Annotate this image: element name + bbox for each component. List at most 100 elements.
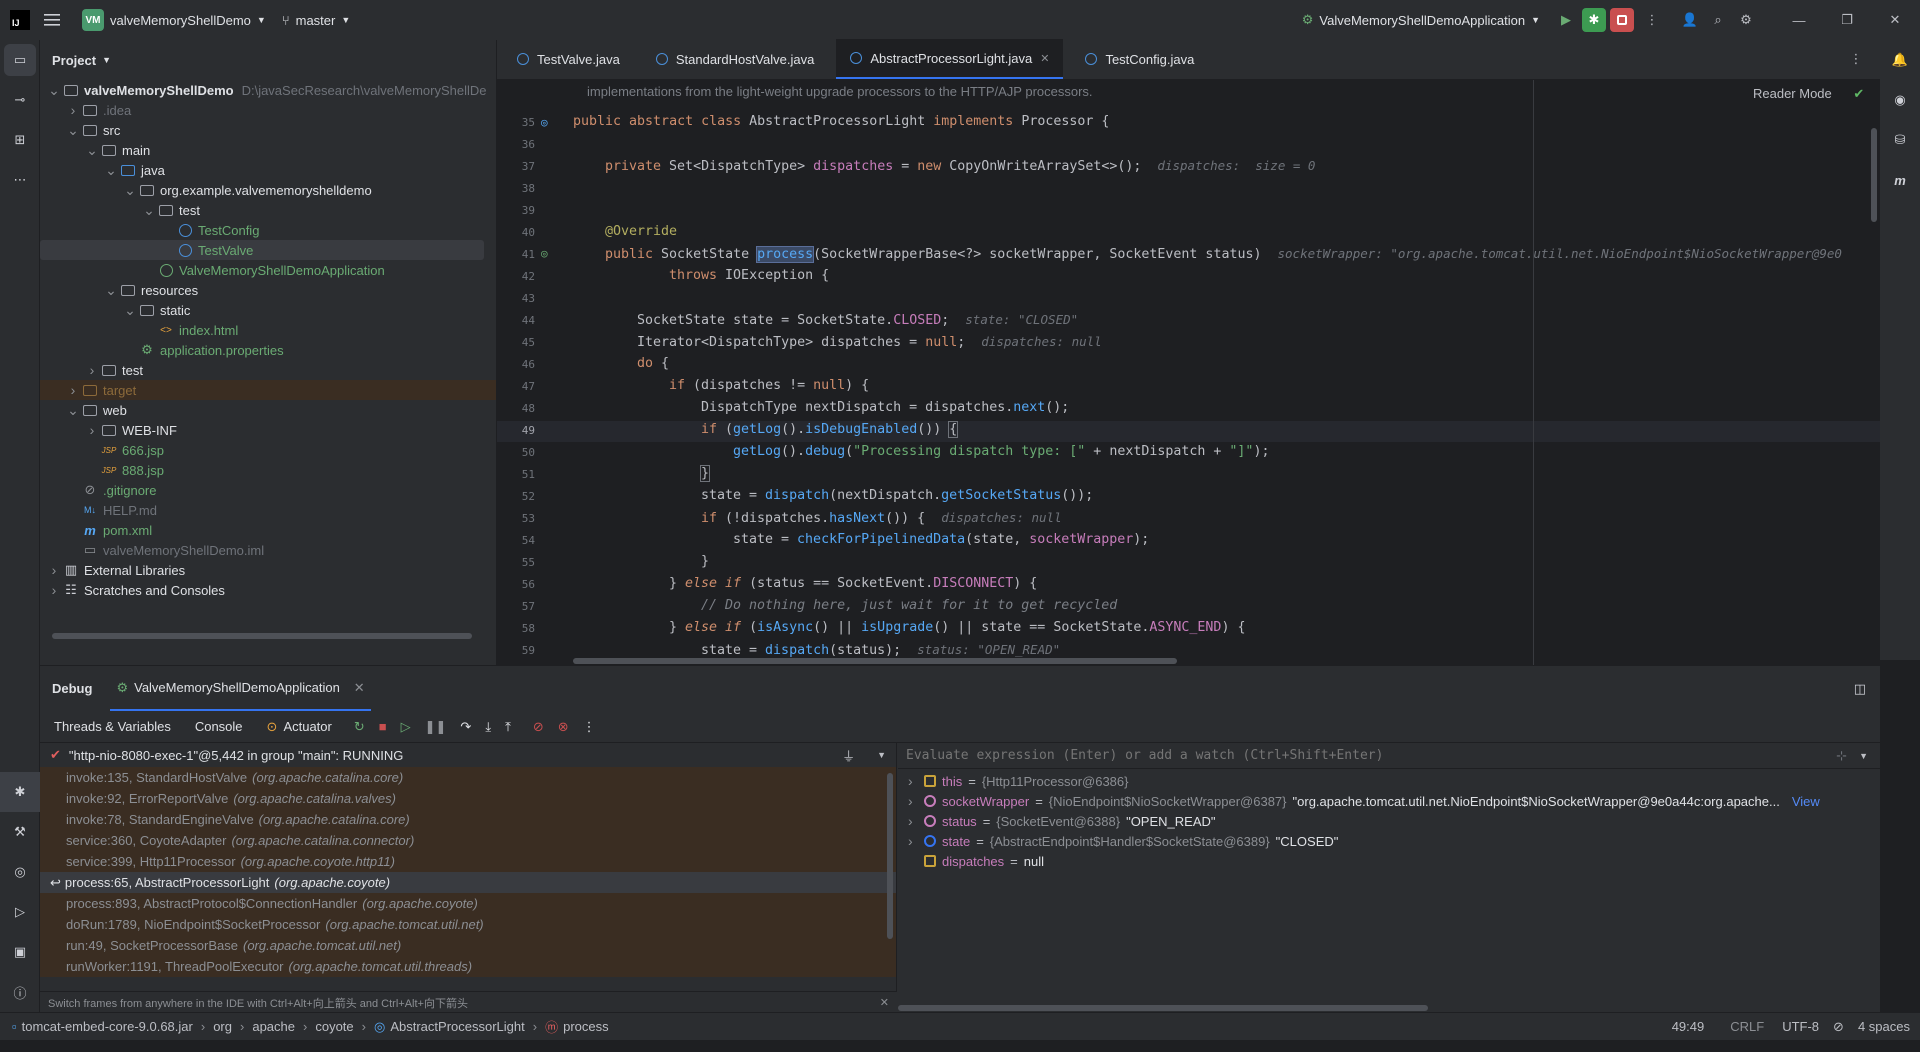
- editor-horizontal-scrollbar[interactable]: [573, 658, 1177, 664]
- code-editor[interactable]: implementations from the light-weight up…: [497, 80, 1880, 665]
- breadcrumb-item[interactable]: ▫ tomcat-embed-core-9.0.68.jar: [12, 1019, 193, 1034]
- stack-frame[interactable]: process:893, AbstractProtocol$Connection…: [40, 893, 896, 914]
- pause-icon[interactable]: ❚❚: [425, 719, 447, 735]
- resume-icon[interactable]: ▷: [401, 719, 411, 735]
- tree-row[interactable]: m pom.xml: [40, 520, 496, 540]
- tree-row[interactable]: TestConfig: [40, 220, 496, 240]
- debug-tool-icon[interactable]: ✱: [0, 772, 40, 812]
- variable-row[interactable]: › this = {Http11Processor@6386}: [898, 771, 1880, 791]
- caret-position[interactable]: 49:49: [1672, 1019, 1705, 1034]
- tree-row[interactable]: ⌄ web: [40, 400, 496, 420]
- chevron-down-icon[interactable]: ▼: [1859, 751, 1868, 761]
- chevron-right-icon[interactable]: ›: [84, 362, 100, 378]
- chevron-down-icon[interactable]: ⌄: [65, 122, 81, 139]
- variable-row[interactable]: dispatches = null: [898, 851, 1880, 871]
- tree-row[interactable]: ⌄ static: [40, 300, 496, 320]
- tree-row[interactable]: › WEB-INF: [40, 420, 496, 440]
- close-window-icon[interactable]: ✕: [1880, 8, 1910, 32]
- tree-row[interactable]: › target: [40, 380, 496, 400]
- chevron-right-icon[interactable]: ›: [65, 102, 81, 118]
- notifications-icon[interactable]: 🔔: [1880, 40, 1920, 80]
- variable-row[interactable]: › status = {SocketEvent@6388} "OPEN_READ": [898, 811, 1880, 831]
- tree-row[interactable]: ValveMemoryShellDemoApplication: [40, 260, 496, 280]
- stack-frame[interactable]: runWorker:1191, ThreadPoolExecutor (org.a…: [40, 956, 896, 977]
- chevron-right-icon[interactable]: ›: [908, 793, 918, 809]
- more-debug-icon[interactable]: ⋮: [583, 719, 596, 735]
- breadcrumb-item[interactable]: coyote: [315, 1019, 353, 1034]
- stop-debug-icon[interactable]: ■: [379, 719, 387, 734]
- stack-frame[interactable]: invoke:92, ErrorReportValve (org.apache.c…: [40, 788, 896, 809]
- tree-row[interactable]: ⊘ .gitignore: [40, 480, 496, 500]
- file-encoding[interactable]: UTF-8: [1782, 1019, 1819, 1034]
- tabs-more-icon[interactable]: ⋮: [1844, 47, 1868, 71]
- stack-frame[interactable]: ↩ process:65, AbstractProcessorLight (org.…: [40, 872, 896, 893]
- override-icon[interactable]: ◎: [541, 247, 548, 260]
- chevron-down-icon[interactable]: ⌄: [103, 282, 119, 299]
- branch-widget[interactable]: ⑂ master ▼: [274, 6, 358, 34]
- structure-tool-icon[interactable]: ⊞: [0, 120, 40, 160]
- tree-row[interactable]: M↓ HELP.md: [40, 500, 496, 520]
- tree-row[interactable]: TestValve: [40, 240, 484, 260]
- tree-row[interactable]: <> index.html: [40, 320, 496, 340]
- more-tools-icon[interactable]: ⋯: [0, 160, 40, 200]
- project-tool-icon[interactable]: ▭: [4, 44, 36, 76]
- problems-tool-icon[interactable]: ⓘ: [0, 972, 40, 1012]
- chevron-right-icon[interactable]: ›: [46, 582, 62, 598]
- variable-row[interactable]: › state = {AbstractEndpoint$Handler$SocketS…: [898, 831, 1880, 851]
- run-tool-icon[interactable]: ▷: [0, 892, 40, 932]
- view-link[interactable]: View: [1792, 794, 1820, 809]
- chevron-down-icon[interactable]: ⌄: [46, 82, 62, 99]
- chevron-down-icon[interactable]: ⌄: [122, 302, 138, 319]
- filter-icon[interactable]: ⏚: [842, 746, 855, 765]
- database-icon[interactable]: ⛁: [1880, 120, 1920, 160]
- maximize-icon[interactable]: ❐: [1832, 8, 1862, 32]
- chevron-right-icon[interactable]: ›: [84, 422, 100, 438]
- tree-row[interactable]: ⚙ application.properties: [40, 340, 496, 360]
- main-menu-icon[interactable]: [40, 8, 64, 32]
- close-hint-icon[interactable]: ✕: [880, 996, 889, 1009]
- tab-standardhostvalve-java[interactable]: StandardHostValve.java: [642, 39, 829, 79]
- debug-session-tab[interactable]: ⚙ ValveMemoryShellDemoApplication ✕: [110, 666, 371, 711]
- tab-console[interactable]: Console: [195, 719, 243, 734]
- view-breakpoints-icon[interactable]: ⊘: [533, 719, 544, 735]
- stack-frame[interactable]: service:399, Http11Processor (org.apache.…: [40, 851, 896, 872]
- step-out-icon[interactable]: ⤒: [505, 719, 511, 735]
- project-panel-header[interactable]: Project ▼: [40, 40, 496, 80]
- bookmark-implement-icon[interactable]: ◎: [541, 116, 548, 129]
- terminal-tool-icon[interactable]: ▣: [0, 932, 40, 972]
- breadcrumb-item[interactable]: ◎ AbstractProcessorLight: [374, 1019, 525, 1035]
- stack-frame[interactable]: doRun:1789, NioEndpoint$SocketProcessor (…: [40, 914, 896, 935]
- tree-row[interactable]: JSP 888.jsp: [40, 460, 496, 480]
- chevron-down-icon[interactable]: ⌄: [103, 162, 119, 179]
- breadcrumb-item[interactable]: apache: [252, 1019, 295, 1034]
- tab-abstractprocessorlight-java[interactable]: AbstractProcessorLight.java ✕: [836, 39, 1064, 79]
- build-tool-icon[interactable]: ⚒: [0, 812, 40, 852]
- stack-frame[interactable]: run:49, SocketProcessorBase (org.apache.t…: [40, 935, 896, 956]
- horizontal-scrollbar[interactable]: [52, 633, 472, 639]
- tree-row[interactable]: ▭ valveMemoryShellDemo.iml: [40, 540, 496, 560]
- step-into-icon[interactable]: ⤓: [485, 719, 491, 735]
- add-watch-icon[interactable]: ⊹: [1836, 748, 1847, 764]
- project-widget[interactable]: VM valveMemoryShellDemo ▼: [74, 6, 274, 34]
- services-tool-icon[interactable]: ◎: [0, 852, 40, 892]
- rerun-debug-icon[interactable]: ↻: [354, 719, 365, 735]
- tab-testvalve-java[interactable]: TestValve.java: [503, 39, 634, 79]
- stack-frame[interactable]: invoke:135, StandardHostValve (org.apache…: [40, 767, 896, 788]
- search-icon[interactable]: ⌕: [1706, 8, 1730, 32]
- tree-row[interactable]: › .idea: [40, 100, 496, 120]
- chevron-down-icon[interactable]: ⌄: [122, 182, 138, 199]
- reader-mode-toggle[interactable]: Reader Mode ✔: [1753, 86, 1864, 102]
- tree-row[interactable]: JSP 666.jsp: [40, 440, 496, 460]
- chevron-down-icon[interactable]: ⌄: [84, 142, 100, 159]
- frames-scrollbar[interactable]: [887, 773, 893, 939]
- close-tab-icon[interactable]: ✕: [1040, 52, 1049, 65]
- tab-actuator[interactable]: Actuator: [283, 719, 331, 734]
- chevron-right-icon[interactable]: ›: [65, 382, 81, 398]
- step-over-icon[interactable]: ↷: [460, 719, 471, 735]
- chevron-right-icon[interactable]: ›: [908, 773, 918, 789]
- chevron-right-icon[interactable]: ›: [908, 813, 918, 829]
- add-user-icon[interactable]: 👤: [1678, 8, 1702, 32]
- tree-row[interactable]: ⌄ main: [40, 140, 496, 160]
- run-config-widget[interactable]: ⚙ ValveMemoryShellDemoApplication ▼: [1294, 6, 1548, 34]
- editor-vertical-scrollbar[interactable]: [1871, 128, 1877, 222]
